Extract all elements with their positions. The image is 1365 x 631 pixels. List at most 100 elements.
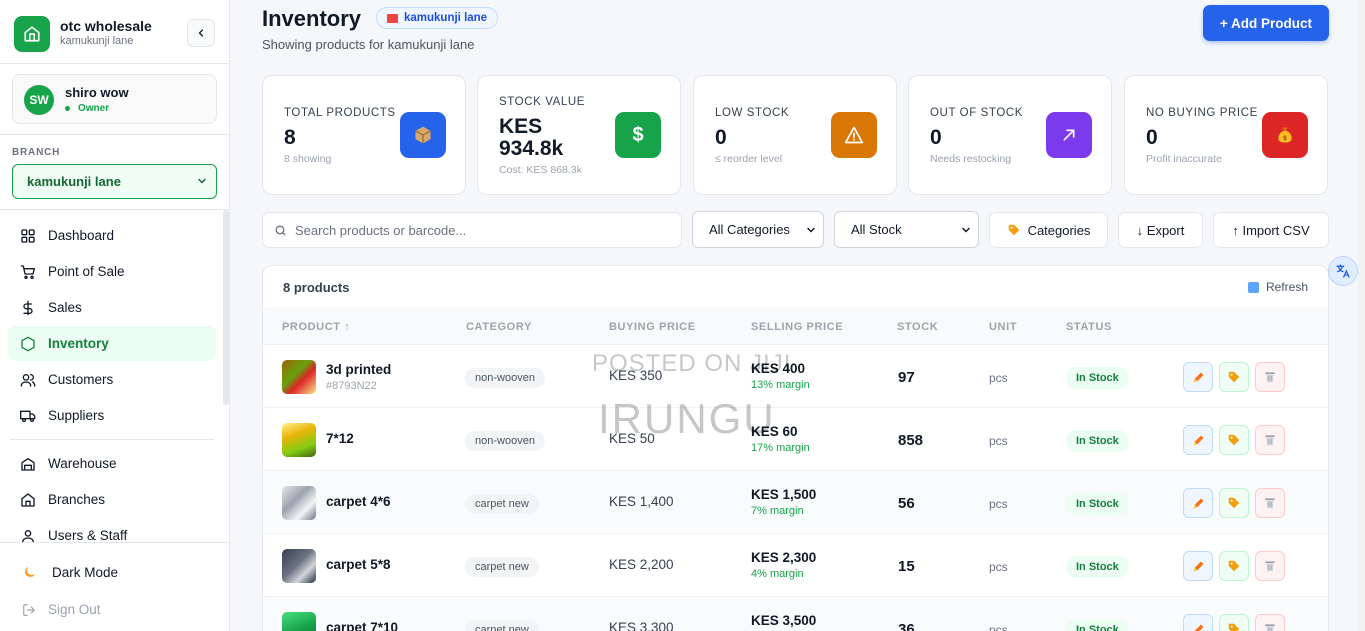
edit-button[interactable]: [1183, 488, 1213, 518]
branch-select-value: kamukunji lane: [27, 174, 121, 189]
stock-qty: 15: [898, 558, 915, 575]
product-thumbnail: [282, 423, 316, 457]
stat-value: 8: [284, 126, 296, 149]
edit-button[interactable]: [1183, 614, 1213, 631]
brand: otc wholesale kamukunji lane: [14, 15, 216, 55]
price-tag-button[interactable]: [1219, 614, 1249, 631]
table-row[interactable]: carpet 5*8 carpet new KES 2,200 KES 2,30…: [263, 534, 1328, 597]
trash-icon: [1265, 624, 1275, 631]
chevron-down-icon: [198, 178, 206, 184]
sidebar-item-dashboard[interactable]: Dashboard: [8, 218, 216, 253]
page-title: Inventory: [262, 6, 362, 31]
category-filter-select[interactable]: All Categories: [692, 211, 824, 248]
edit-button[interactable]: [1183, 362, 1213, 392]
store-logo-icon: [14, 16, 50, 52]
grid-icon: [21, 228, 35, 243]
stat-value-currency: KES: [499, 115, 543, 138]
user-name: shiro wow: [65, 85, 129, 100]
price-tag-button[interactable]: [1219, 362, 1249, 392]
collapse-sidebar-button[interactable]: [187, 19, 215, 47]
price-tag-button[interactable]: [1219, 551, 1249, 581]
table-row[interactable]: carpet 4*6 carpet new KES 1,400 KES 1,50…: [263, 471, 1328, 534]
price-tag-button[interactable]: [1219, 425, 1249, 455]
stat-card-out-of-stock: OUT OF STOCK 0 Needs restocking: [908, 75, 1112, 195]
sign-out-button[interactable]: Sign Out: [22, 602, 101, 617]
add-product-button[interactable]: + Add Product: [1203, 5, 1329, 41]
price-tag-button[interactable]: [1219, 488, 1249, 518]
dark-mode-toggle[interactable]: Dark Mode: [22, 564, 118, 580]
column-header-status: STATUS: [1066, 321, 1112, 333]
page-scrollbar[interactable]: [1358, 0, 1365, 631]
column-header-stock: STOCK: [897, 321, 939, 333]
edit-button[interactable]: [1183, 425, 1213, 455]
pencil-icon: [1193, 435, 1203, 445]
hexagon-icon: [21, 336, 35, 351]
sidebar-item-inventory[interactable]: Inventory: [8, 326, 216, 361]
dollar-icon: [23, 300, 33, 315]
product-name: carpet 7*10: [326, 620, 399, 631]
export-button[interactable]: ↓ Export: [1118, 212, 1203, 248]
trash-icon: [1265, 498, 1275, 509]
warning-icon: [831, 112, 877, 158]
svg-text:$: $: [1283, 135, 1287, 142]
avatar: SW: [24, 85, 54, 115]
stock-qty: 97: [898, 369, 915, 386]
product-name: carpet 4*6: [326, 494, 391, 509]
truck-icon: [20, 410, 36, 422]
delete-button[interactable]: [1255, 425, 1285, 455]
table-row[interactable]: 3d printed #8793N22 non-wooven KES 350 K…: [263, 345, 1328, 408]
column-header-unit: UNIT: [989, 321, 1018, 333]
table-row[interactable]: carpet 7*10 carpet new KES 3,300 KES 3,5…: [263, 597, 1328, 631]
stat-value: 0: [930, 126, 942, 149]
stat-sub: 8 showing: [284, 153, 332, 165]
sidebar-scrollbar[interactable]: [223, 210, 229, 405]
translate-button[interactable]: [1328, 256, 1358, 286]
products-table: 8 products Refresh PRODUCT ↑ CATEGORY BU…: [262, 265, 1329, 631]
margin: 4% margin: [751, 568, 804, 580]
refresh-button[interactable]: Refresh: [1247, 280, 1308, 294]
column-header-product[interactable]: PRODUCT ↑: [282, 321, 350, 333]
delete-button[interactable]: [1255, 614, 1285, 631]
edit-button[interactable]: [1183, 551, 1213, 581]
branch-select[interactable]: kamukunji lane: [12, 164, 217, 199]
brand-name: otc wholesale: [60, 18, 152, 34]
delete-button[interactable]: [1255, 362, 1285, 392]
sidebar-item-label: Customers: [48, 372, 114, 387]
table-row[interactable]: 7*12 non-wooven KES 50 KES 60 17% margin…: [263, 408, 1328, 471]
status-badge: In Stock: [1066, 556, 1129, 578]
sidebar-item-warehouse[interactable]: Warehouse: [8, 446, 216, 481]
delete-button[interactable]: [1255, 488, 1285, 518]
stat-label: TOTAL PRODUCTS: [284, 107, 396, 119]
sidebar-item-branches[interactable]: Branches: [8, 482, 216, 517]
import-csv-button[interactable]: ↑ Import CSV: [1213, 212, 1329, 248]
unit: pcs: [989, 371, 1008, 385]
margin: 13% margin: [751, 379, 810, 391]
categories-button[interactable]: Categories: [989, 212, 1108, 248]
translate-icon: [1336, 264, 1350, 278]
category-filter-value: All Categories: [709, 222, 790, 237]
product-thumbnail: [282, 360, 316, 394]
delete-button[interactable]: [1255, 551, 1285, 581]
cart-icon: [20, 264, 35, 279]
stat-sub: Profit inaccurate: [1146, 153, 1222, 165]
trash-icon: [1265, 561, 1275, 572]
status-badge: In Stock: [1066, 619, 1129, 631]
stat-sub: ≤ reorder level: [715, 153, 783, 165]
sidebar-item-suppliers[interactable]: Suppliers: [8, 398, 216, 433]
stock-filter-select[interactable]: All Stock: [834, 211, 979, 248]
dollar-icon: $: [615, 112, 661, 158]
sidebar-item-label: Point of Sale: [48, 264, 125, 279]
buying-price: KES 3,300: [609, 620, 674, 631]
tag-icon: [1228, 497, 1240, 509]
sidebar-item-customers[interactable]: Customers: [8, 362, 216, 397]
sidebar-item-sales[interactable]: Sales: [8, 290, 216, 325]
sidebar-item-point-of-sale[interactable]: Point of Sale: [8, 254, 216, 289]
chevron-down-icon: [962, 227, 970, 233]
stock-qty: 36: [898, 621, 915, 631]
stat-label: OUT OF STOCK: [930, 107, 1024, 119]
stock-filter-value: All Stock: [851, 222, 902, 237]
status-badge: In Stock: [1066, 430, 1129, 452]
stat-value: 0: [1146, 126, 1158, 149]
search-input[interactable]: [295, 213, 675, 247]
box-icon: [400, 112, 446, 158]
